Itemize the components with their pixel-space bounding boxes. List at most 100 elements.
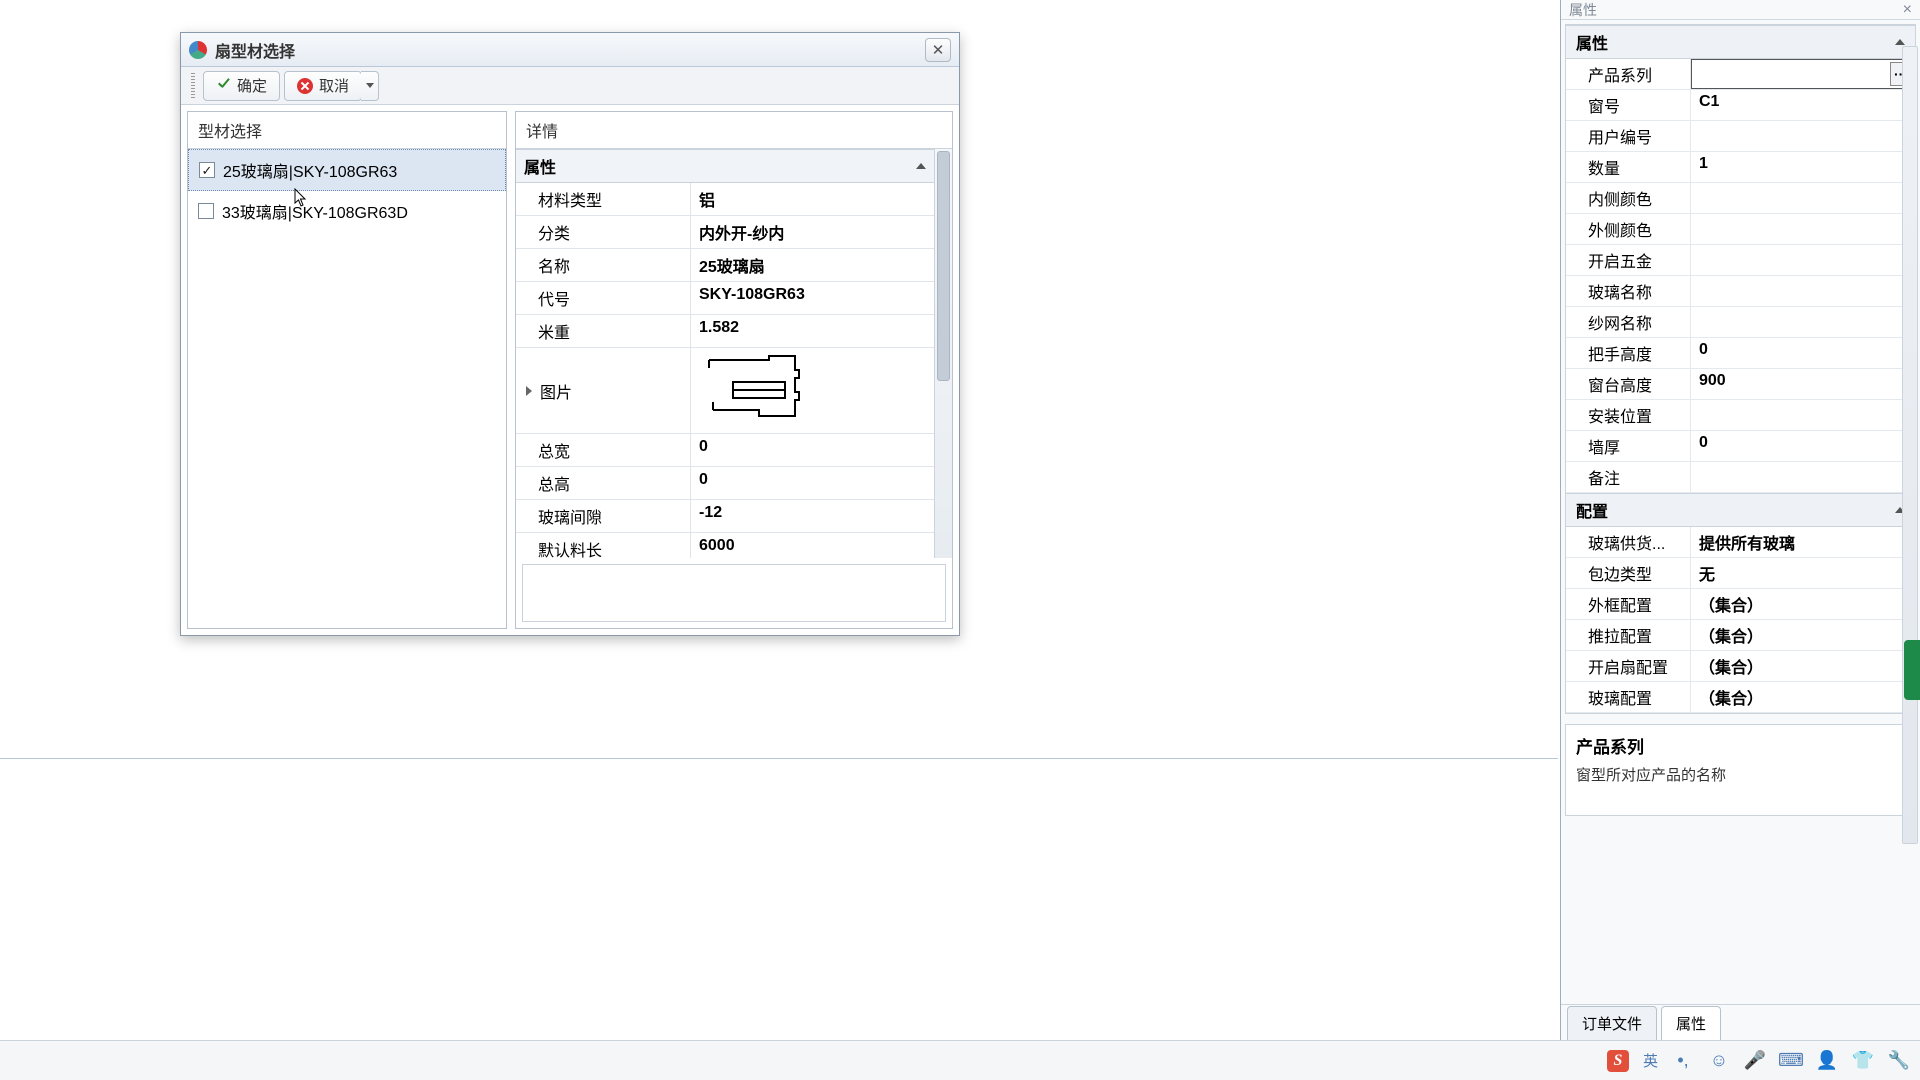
property-value[interactable]: 1 (1691, 152, 1915, 182)
property-value[interactable]: 25玻璃扇 (691, 249, 934, 281)
property-row[interactable]: 纱网名称 (1566, 307, 1915, 338)
property-row[interactable]: 米重1.582 (516, 315, 934, 348)
property-row[interactable]: 材料类型铝 (516, 183, 934, 216)
property-row[interactable]: 窗台高度900 (1566, 369, 1915, 400)
user-icon[interactable]: 👤 (1816, 1050, 1838, 1072)
property-value[interactable]: 无 (1691, 558, 1915, 588)
property-row[interactable]: 开启扇配置（集合） (1566, 651, 1915, 682)
property-value[interactable]: 1.582 (691, 315, 934, 347)
keyboard-icon[interactable]: ⌨ (1780, 1050, 1802, 1072)
property-value[interactable] (1691, 245, 1915, 275)
property-value[interactable] (1691, 121, 1915, 151)
property-key: 备注 (1566, 462, 1691, 492)
checkbox[interactable] (198, 203, 214, 219)
property-row[interactable]: 代号SKY-108GR63 (516, 282, 934, 315)
property-value[interactable]: （集合） (1691, 589, 1915, 619)
property-row[interactable]: 玻璃名称 (1566, 276, 1915, 307)
property-row[interactable]: 安装位置 (1566, 400, 1915, 431)
emoji-icon[interactable]: ☺ (1708, 1050, 1730, 1072)
group-header[interactable]: 配置 (1566, 493, 1915, 527)
property-row[interactable]: 内侧颜色 (1566, 183, 1915, 214)
toolbox-icon[interactable]: 🔧 (1888, 1050, 1910, 1072)
property-value[interactable]: 提供所有玻璃 (1691, 527, 1915, 557)
ime-punct-icon[interactable]: •, (1672, 1050, 1694, 1072)
tshirt-icon[interactable]: 👕 (1852, 1050, 1874, 1072)
property-row[interactable]: 分类内外开-纱内 (516, 216, 934, 249)
property-row[interactable]: 外框配置（集合） (1566, 589, 1915, 620)
property-row[interactable]: 外侧颜色 (1566, 214, 1915, 245)
property-row-image[interactable]: 图片 (516, 348, 934, 434)
property-value[interactable] (1691, 400, 1915, 430)
property-value[interactable] (1691, 276, 1915, 306)
list-item-label: 25玻璃扇|SKY-108GR63 (223, 158, 397, 182)
group-header[interactable]: 属性 (1566, 25, 1915, 59)
property-row[interactable]: 数量1 (1566, 152, 1915, 183)
tab-order-file[interactable]: 订单文件 (1567, 1006, 1657, 1040)
property-value[interactable]: （集合） (1691, 682, 1915, 712)
sogou-ime-icon[interactable]: S (1607, 1050, 1629, 1072)
property-value[interactable] (1691, 462, 1915, 492)
list-item[interactable]: 33玻璃扇|SKY-108GR63D (188, 191, 506, 231)
collapse-icon (1895, 39, 1905, 45)
property-row[interactable]: 总宽0 (516, 434, 934, 467)
property-key: 外框配置 (1566, 589, 1691, 619)
detail-grid: 属性材料类型铝分类内外开-纱内名称25玻璃扇代号SKY-108GR63米重1.5… (516, 149, 934, 558)
property-row[interactable]: 名称25玻璃扇 (516, 249, 934, 282)
list-item[interactable]: 25玻璃扇|SKY-108GR63 (188, 149, 506, 191)
property-value[interactable]: ··· (1691, 59, 1915, 89)
ok-button[interactable]: 确定 (203, 71, 280, 101)
property-row[interactable]: 开启五金 (1566, 245, 1915, 276)
property-value[interactable]: 6000 (691, 533, 934, 558)
detail-scrollbar[interactable] (934, 149, 952, 558)
dialog-close-button[interactable]: ✕ (925, 38, 951, 62)
property-value[interactable]: 0 (691, 434, 934, 466)
property-value[interactable] (1691, 214, 1915, 244)
property-value[interactable] (1691, 183, 1915, 213)
property-value[interactable]: 铝 (691, 183, 934, 215)
cancel-button[interactable]: 取消 (284, 71, 362, 101)
group-header[interactable]: 属性 (516, 149, 934, 183)
property-row[interactable]: 用户编号 (1566, 121, 1915, 152)
property-row[interactable]: 包边类型无 (1566, 558, 1915, 589)
property-row[interactable]: 默认料长6000 (516, 533, 934, 558)
property-row[interactable]: 总高0 (516, 467, 934, 500)
property-row[interactable]: 玻璃供货...提供所有玻璃 (1566, 527, 1915, 558)
property-value[interactable]: 0 (1691, 338, 1915, 368)
property-value[interactable]: C1 (1691, 90, 1915, 120)
profile-list-title: 型材选择 (188, 112, 506, 149)
property-row[interactable]: 推拉配置（集合） (1566, 620, 1915, 651)
right-edge-handle[interactable] (1904, 640, 1920, 700)
property-row[interactable]: 窗号C1 (1566, 90, 1915, 121)
cancel-dropdown-button[interactable] (361, 71, 379, 101)
property-value[interactable]: 内外开-纱内 (691, 216, 934, 248)
dock-scrollbar[interactable] (1902, 46, 1918, 844)
property-row[interactable]: 产品系列··· (1566, 59, 1915, 90)
property-value[interactable]: 0 (691, 467, 934, 499)
dock-close-button[interactable]: × (1903, 1, 1912, 19)
scrollbar-thumb[interactable] (937, 151, 950, 381)
detail-title: 详情 (516, 112, 952, 149)
microphone-icon[interactable]: 🎤 (1744, 1050, 1766, 1072)
tab-properties[interactable]: 属性 (1661, 1006, 1721, 1040)
dock-header-label: 属性 (1569, 0, 1597, 20)
check-icon (216, 78, 231, 93)
expand-icon[interactable] (526, 386, 532, 396)
property-value[interactable]: （集合） (1691, 651, 1915, 681)
property-row[interactable]: 玻璃间隙-12 (516, 500, 934, 533)
canvas-area: 扇型材选择 ✕ 确定 取消 型材选择 25玻璃扇|SKY-108GR6333玻璃… (0, 0, 1558, 1040)
property-value[interactable]: 900 (1691, 369, 1915, 399)
checkbox[interactable] (199, 162, 215, 178)
property-value[interactable]: SKY-108GR63 (691, 282, 934, 314)
property-value[interactable]: -12 (691, 500, 934, 532)
property-key: 推拉配置 (1566, 620, 1691, 650)
property-value[interactable]: 0 (1691, 431, 1915, 461)
property-value[interactable]: （集合） (1691, 620, 1915, 650)
property-key: 数量 (1566, 152, 1691, 182)
property-value[interactable] (1691, 307, 1915, 337)
ime-language[interactable]: 英 (1643, 1050, 1658, 1071)
property-key: 米重 (516, 315, 691, 347)
property-row[interactable]: 备注 (1566, 462, 1915, 493)
property-row[interactable]: 把手高度0 (1566, 338, 1915, 369)
property-row[interactable]: 墙厚0 (1566, 431, 1915, 462)
property-row[interactable]: 玻璃配置（集合） (1566, 682, 1915, 713)
